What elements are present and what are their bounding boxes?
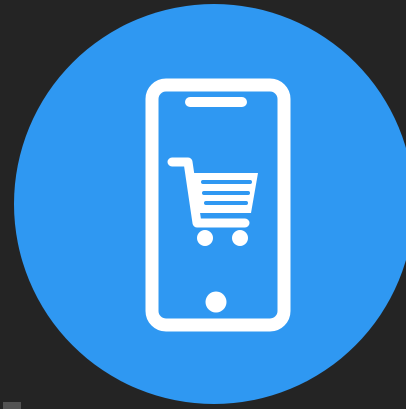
phone-speaker: [185, 97, 247, 107]
cart-wheel-right: [232, 230, 248, 246]
corner-artifact: [3, 402, 21, 409]
cart-wheel-left: [197, 230, 213, 246]
icon-stage: [0, 0, 406, 409]
smartphone-icon: [145, 78, 291, 332]
phone-home-button: [205, 291, 227, 313]
shopping-cart-icon: [167, 157, 258, 246]
